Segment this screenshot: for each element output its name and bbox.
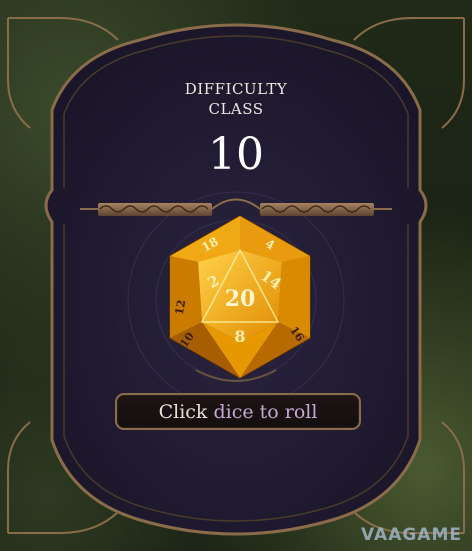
die-face-main: 20 — [225, 286, 256, 312]
die-face-far-left: 12 — [173, 299, 188, 316]
watermark-logo: VAAGAME — [361, 525, 462, 545]
die-face-bottom: 8 — [234, 327, 245, 346]
difficulty-class-value: 10 — [208, 129, 264, 180]
d20-die[interactable]: 20 2 14 8 18 4 12 10 16 — [160, 212, 320, 382]
roll-button-prefix: Click — [158, 400, 208, 423]
difficulty-class-label: DIFFICULTY CLASS — [184, 80, 288, 118]
roll-dice-button[interactable]: Click dice to roll — [115, 393, 361, 430]
roll-button-highlight: dice to roll — [213, 400, 318, 423]
